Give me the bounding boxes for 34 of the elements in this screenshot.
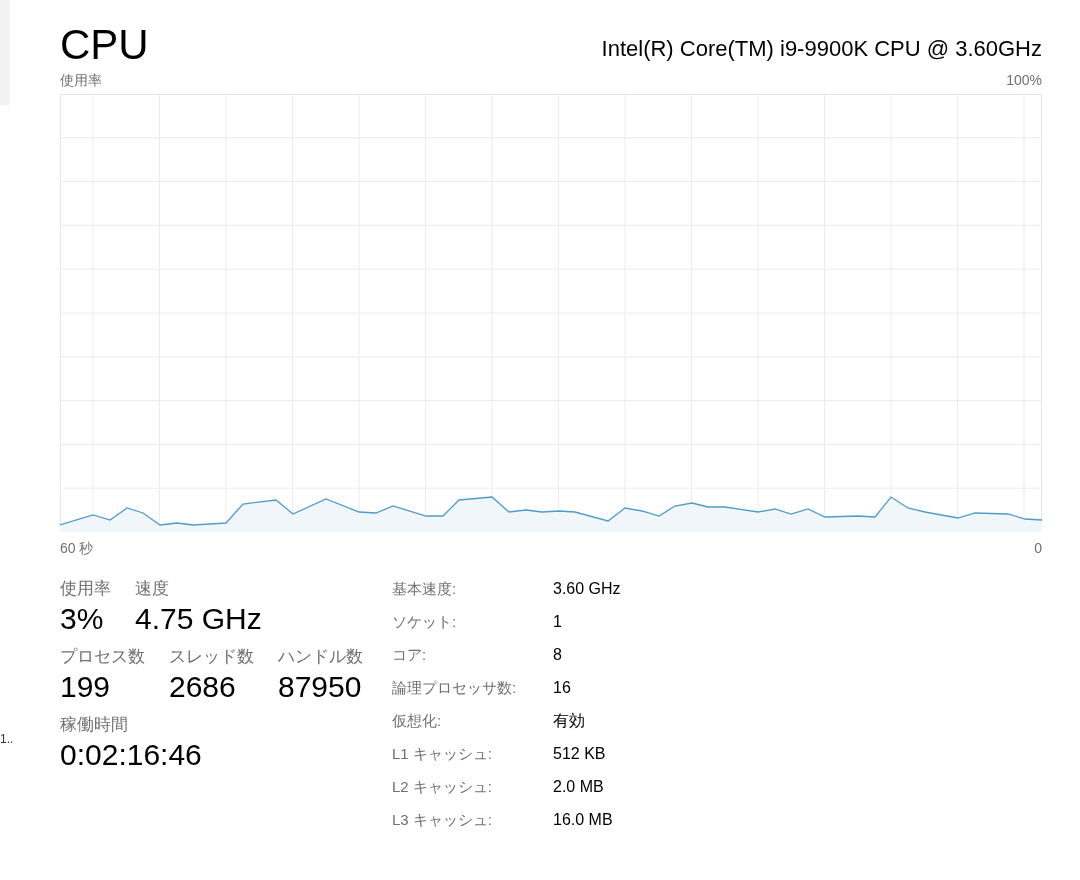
stat-label: 稼働時間 <box>60 714 129 736</box>
detail-label: L1 キャッシュ: <box>392 744 494 764</box>
stat-label: ハンドル数 <box>278 646 363 668</box>
detail-value: 1 <box>553 612 563 632</box>
page-title: CPU <box>60 20 149 70</box>
stat-value: 87950 <box>278 669 363 705</box>
graph-label: 使用率 <box>60 71 102 90</box>
stat-value: 199 <box>60 669 112 705</box>
stat-value: 3% <box>60 601 105 637</box>
stat-value: 4.75 GHz <box>135 601 262 637</box>
stat-value: 0:02:16:46 <box>60 737 203 773</box>
detail-value: 16 <box>553 678 572 698</box>
stat-label: 使用率 <box>60 578 111 600</box>
stat-value: 2686 <box>169 669 237 705</box>
detail-value: 16.0 MB <box>553 810 614 830</box>
stat-label: スレッド数 <box>169 646 254 668</box>
time-axis-end: 0 <box>1034 539 1042 558</box>
detail-value: 512 KB <box>553 744 607 764</box>
detail-value: 有効 <box>553 711 586 731</box>
detail-value: 3.60 GHz <box>553 579 621 599</box>
detail-value: 2.0 MB <box>553 777 605 797</box>
detail-label: 仮想化: <box>392 711 443 731</box>
time-axis-start: 60 秒 <box>60 539 94 558</box>
stat-label: プロセス数 <box>60 646 145 668</box>
detail-label: ソケット: <box>392 612 458 632</box>
detail-label: 論理プロセッサ数: <box>392 678 518 698</box>
detail-value: 8 <box>553 645 563 665</box>
detail-label: コア: <box>392 645 428 665</box>
detail-label: 基本速度: <box>392 579 458 599</box>
processor-name: Intel(R) Core(TM) i9-9900K CPU @ 3.60GHz <box>601 35 1042 63</box>
graph-max-label: 100% <box>1006 71 1042 90</box>
detail-label: L3 キャッシュ: <box>392 810 494 830</box>
detail-label: L2 キャッシュ: <box>392 777 494 797</box>
stat-label: 速度 <box>135 578 170 600</box>
